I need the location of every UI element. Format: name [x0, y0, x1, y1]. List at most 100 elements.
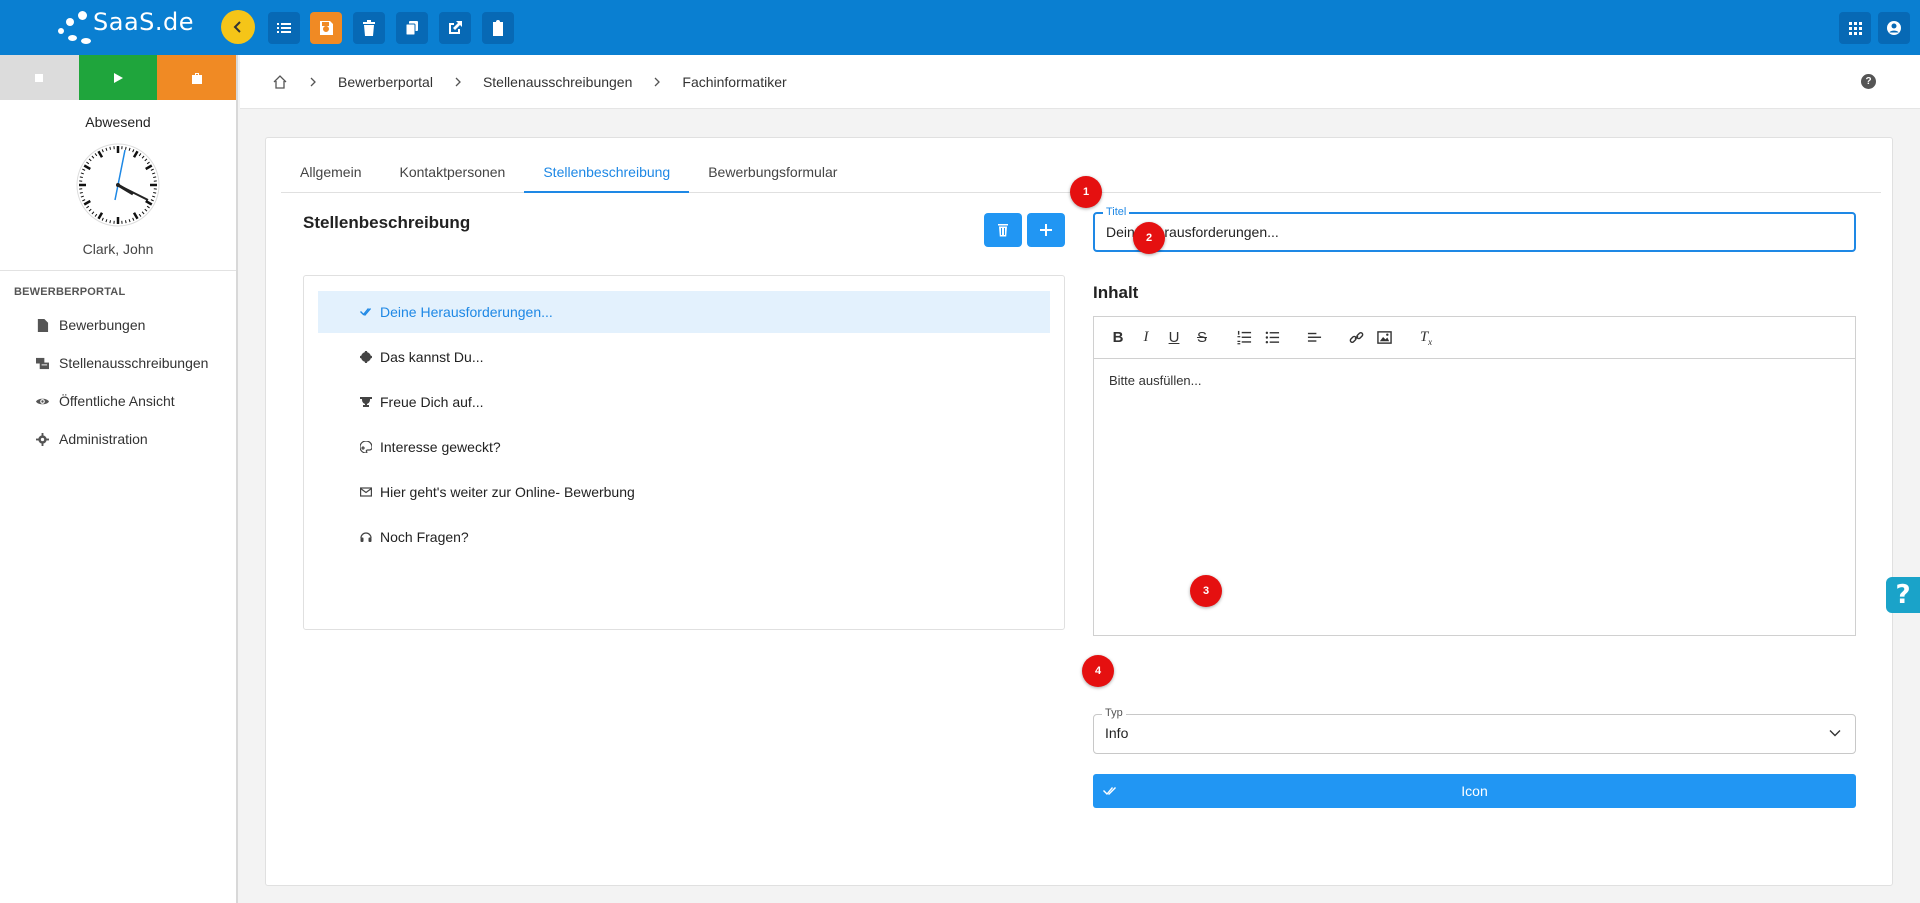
list-item[interactable]: Noch Fragen?: [318, 516, 1050, 558]
logo-dot: [81, 38, 91, 44]
breadcrumb: Bewerberportal Stellenausschreibungen Fa…: [240, 55, 1920, 109]
tab-stellenbeschreibung[interactable]: Stellenbeschreibung: [524, 150, 690, 193]
user-menu-button[interactable]: [1878, 12, 1910, 44]
sidebar-menu: Bewerbungen Stellenausschreibungen Öffen…: [0, 306, 236, 458]
clear-format-icon: Tx: [1419, 328, 1433, 347]
editor-toolbar: B I U S Tx: [1094, 317, 1855, 359]
align-button[interactable]: [1304, 328, 1324, 348]
trash-icon: [998, 224, 1008, 237]
sidebar-item-label: Stellenausschreibungen: [59, 355, 209, 371]
sidebar-item-oeffentliche-ansicht[interactable]: Öffentliche Ansicht: [0, 382, 236, 420]
headset-icon: [360, 532, 372, 542]
business-trip-button[interactable]: [157, 55, 237, 100]
user-name: Clark, John: [82, 241, 154, 257]
sidebar-item-stellenausschreibungen[interactable]: Stellenausschreibungen: [0, 344, 236, 382]
chevron-right-icon: [310, 77, 316, 86]
ordered-list-button[interactable]: [1234, 328, 1254, 348]
clock-tick: [109, 220, 112, 224]
start-button[interactable]: [78, 55, 158, 100]
section-title: Stellenbeschreibung: [303, 213, 471, 232]
breadcrumb-item[interactable]: Bewerberportal: [338, 74, 433, 90]
type-label: Typ: [1102, 707, 1126, 719]
chevron-left-icon: [233, 21, 241, 33]
save-button[interactable]: [310, 12, 342, 44]
apps-button[interactable]: [1839, 12, 1871, 44]
editor-content[interactable]: Bitte ausfüllen...: [1094, 359, 1855, 402]
help-tab[interactable]: ?: [1886, 577, 1920, 613]
underline-button[interactable]: U: [1164, 328, 1184, 348]
eye-icon: [36, 398, 49, 404]
copy-icon: [405, 21, 418, 36]
list-item[interactable]: Das kannst Du...: [318, 336, 1050, 378]
list-item-label: Das kannst Du...: [380, 349, 484, 365]
breadcrumb-item[interactable]: Stellenausschreibungen: [483, 74, 632, 90]
attendance-status-row: [0, 55, 237, 100]
sidebar-item-administration[interactable]: Administration: [0, 420, 236, 458]
delete-entry-button[interactable]: [984, 213, 1022, 247]
home-icon[interactable]: [272, 74, 288, 90]
icon-picker-button[interactable]: Icon: [1093, 774, 1856, 808]
ordered-list-icon: [1236, 330, 1251, 345]
align-left-icon: [1307, 332, 1321, 342]
clipboard-icon: [493, 20, 503, 36]
sidebar-section-title: BEWERBERPORTAL: [14, 286, 126, 298]
icon-picker-label: Icon: [1461, 783, 1488, 799]
main-card: Allgemein Kontaktpersonen Stellenbeschre…: [265, 137, 1893, 886]
image-button[interactable]: [1374, 328, 1394, 348]
add-entry-button[interactable]: [1027, 213, 1065, 247]
clock-tick: [153, 191, 157, 194]
tab-bewerbungsformular[interactable]: Bewerbungsformular: [689, 150, 856, 193]
bullet-list-button[interactable]: [1262, 328, 1282, 348]
copy-button[interactable]: [396, 12, 428, 44]
italic-button[interactable]: I: [1136, 328, 1156, 348]
bold-button[interactable]: B: [1108, 328, 1128, 348]
underline-icon: U: [1168, 329, 1180, 346]
apps-grid-icon: [1849, 22, 1862, 35]
link-button[interactable]: [1346, 328, 1366, 348]
analog-clock: [76, 143, 160, 227]
strike-button[interactable]: S: [1192, 328, 1212, 348]
saas-logo[interactable]: SaaS.de: [58, 8, 194, 48]
top-bar: SaaS.de: [0, 0, 1920, 55]
list-item-label: Deine Herausforderungen...: [380, 304, 553, 320]
list-item[interactable]: Interesse geweckt?: [318, 426, 1050, 468]
strikethrough-icon: S: [1196, 329, 1207, 346]
list-button[interactable]: [268, 12, 300, 44]
sidebar-item-bewerbungen[interactable]: Bewerbungen: [0, 306, 236, 344]
plus-icon: [1040, 224, 1052, 236]
title-label: Titel: [1103, 206, 1130, 218]
clock-tick: [79, 176, 83, 179]
type-select[interactable]: Typ Info: [1093, 707, 1856, 754]
delete-button[interactable]: [353, 12, 385, 44]
title-field[interactable]: Titel Deine Herausforderungen...: [1093, 206, 1856, 252]
list-item-label: Freue Dich auf...: [380, 394, 484, 410]
open-external-button[interactable]: [439, 12, 471, 44]
trophy-icon: [360, 397, 372, 407]
envelope-icon: [360, 487, 372, 497]
document-icon: [37, 318, 49, 332]
breadcrumb-current: Fachinformatiker: [682, 73, 787, 90]
clipboard-button[interactable]: [482, 12, 514, 44]
tab-allgemein[interactable]: Allgemein: [281, 150, 380, 193]
trash-icon: [363, 20, 375, 36]
clock-tick: [153, 176, 157, 179]
list-item[interactable]: Deine Herausforderungen...: [318, 291, 1050, 333]
sidebar-collapse-button[interactable]: [221, 10, 255, 44]
logo-dot: [68, 35, 77, 41]
list-item[interactable]: Hier geht's weiter zur Online- Bewerbung: [318, 471, 1050, 513]
list-item[interactable]: Freue Dich auf...: [318, 381, 1050, 423]
tab-kontaktpersonen[interactable]: Kontaktpersonen: [380, 150, 524, 193]
stop-button[interactable]: [0, 55, 79, 100]
clear-format-button[interactable]: Tx: [1416, 328, 1436, 348]
sidebar: Abwesend Clark, John BEWERBERPORTAL Bewe…: [0, 55, 238, 903]
help-icon[interactable]: ?: [1861, 74, 1876, 89]
play-icon: [114, 72, 123, 83]
sidebar-item-label: Administration: [59, 431, 148, 447]
list-item-label: Noch Fragen?: [380, 529, 469, 545]
stop-icon: [35, 73, 44, 82]
clock-tick: [79, 191, 83, 194]
logo-text: SaaS.de: [93, 8, 195, 36]
sidebar-item-label: Öffentliche Ansicht: [59, 393, 175, 409]
title-input[interactable]: Deine Herausforderungen...: [1106, 224, 1279, 240]
content-label: Inhalt: [1093, 283, 1139, 302]
